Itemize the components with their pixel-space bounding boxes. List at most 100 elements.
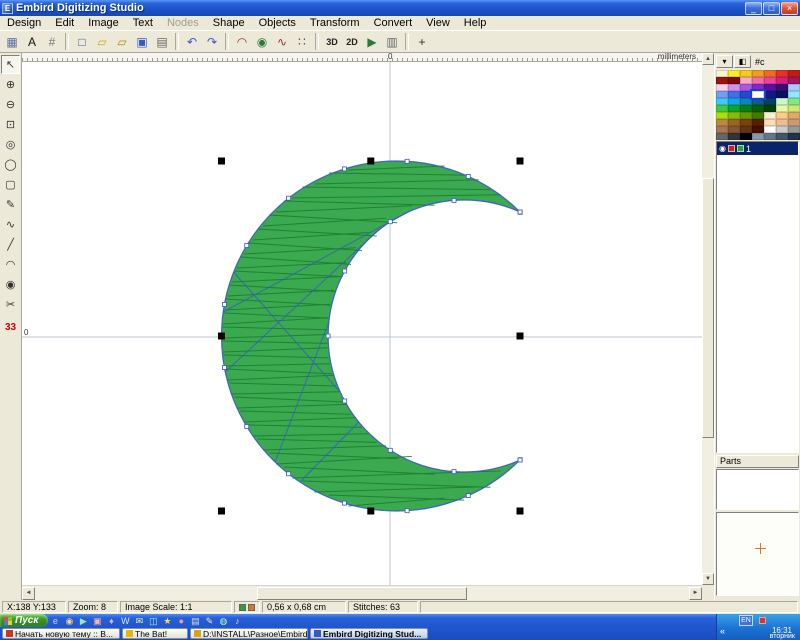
palette-color-13[interactable] (788, 77, 800, 84)
toolbar-stitch-points-button[interactable]: ∷ (292, 32, 312, 51)
quick-launch-icon-12[interactable]: ◍ (216, 615, 230, 627)
start-button[interactable]: Пуск (0, 614, 48, 627)
toolbar-text-tool-button[interactable]: A (22, 32, 42, 51)
tool-zoom-out[interactable]: ⊖ (1, 95, 20, 114)
quick-launch-icon-3[interactable]: ▣ (90, 615, 104, 627)
toolbar-design-browser-button[interactable]: ▦ (2, 32, 22, 51)
tray-chevron-icon[interactable]: « (720, 626, 725, 636)
tool-bezier-tool[interactable]: ∿ (1, 215, 20, 234)
tray-app-icon[interactable] (759, 617, 766, 624)
palette-color-63[interactable] (716, 133, 728, 140)
toolbar-monogram-tool-button[interactable]: # (42, 32, 62, 51)
palette-color-39[interactable] (764, 105, 776, 112)
palette-menu-button[interactable]: ▾ (716, 55, 733, 68)
task-button-0[interactable]: Начать новую тему :: В... (2, 628, 120, 639)
palette-color-42[interactable] (716, 112, 728, 119)
tool-outline-tool[interactable]: ◉ (1, 275, 20, 294)
palette-color-59[interactable] (752, 126, 764, 133)
edit-node[interactable] (342, 501, 346, 505)
edit-node[interactable] (245, 244, 249, 248)
palette-color-51[interactable] (740, 119, 752, 126)
menu-edit[interactable]: Edit (48, 17, 81, 29)
maximize-button[interactable]: □ (763, 2, 780, 15)
palette-color-48[interactable] (788, 112, 800, 119)
toolbar-design-properties-button[interactable]: ▥ (382, 32, 402, 51)
palette-color-47[interactable] (776, 112, 788, 119)
quick-launch-icon-0[interactable]: e (48, 615, 62, 627)
toolbar-undo-button[interactable]: ↶ (182, 32, 202, 51)
quick-launch-icon-13[interactable]: ♪ (230, 615, 244, 627)
menu-transform[interactable]: Transform (303, 17, 367, 29)
palette-color-68[interactable] (776, 133, 788, 140)
palette-color-28[interactable] (716, 98, 728, 105)
task-button-1[interactable]: The Bat! (122, 628, 188, 639)
palette-color-36[interactable] (728, 105, 740, 112)
scroll-left-arrow[interactable]: ◄ (22, 587, 35, 600)
selection-handle[interactable] (218, 158, 225, 165)
scroll-right-arrow[interactable]: ► (689, 587, 702, 600)
palette-color-1[interactable] (728, 70, 740, 77)
palette-color-23[interactable] (740, 91, 752, 98)
selection-handle[interactable] (367, 158, 374, 165)
edit-node[interactable] (245, 425, 249, 429)
palette-color-57[interactable] (728, 126, 740, 133)
edit-node[interactable] (343, 399, 347, 403)
edit-node[interactable] (466, 174, 470, 178)
palette-color-19[interactable] (776, 84, 788, 91)
parts-list[interactable] (716, 469, 799, 510)
edit-node[interactable] (452, 470, 456, 474)
palette-color-54[interactable] (776, 119, 788, 126)
tool-zoom-in[interactable]: ⊕ (1, 75, 20, 94)
palette-color-7[interactable] (716, 77, 728, 84)
palette-color-50[interactable] (728, 119, 740, 126)
palette-color-37[interactable] (740, 105, 752, 112)
palette-color-6[interactable] (788, 70, 800, 77)
tool-select[interactable]: ↖ (1, 55, 20, 74)
edit-node[interactable] (287, 472, 291, 476)
horizontal-scrollbar[interactable]: ◄ ► (22, 585, 702, 600)
quick-launch-icon-10[interactable]: ▤ (188, 615, 202, 627)
menu-nodes[interactable]: Nodes (160, 17, 206, 29)
edit-node[interactable] (388, 220, 392, 224)
palette-color-35[interactable] (716, 105, 728, 112)
palette-color-25[interactable] (764, 91, 776, 98)
palette-color-17[interactable] (752, 84, 764, 91)
palette-color-20[interactable] (788, 84, 800, 91)
edit-node[interactable] (518, 210, 522, 214)
menu-design[interactable]: Design (0, 17, 48, 29)
palette-color-32[interactable] (764, 98, 776, 105)
palette-color-11[interactable] (764, 77, 776, 84)
toolbar-save-design-button[interactable]: ▣ (132, 32, 152, 51)
palette-color-64[interactable] (728, 133, 740, 140)
palette-color-65[interactable] (740, 133, 752, 140)
palette-color-62[interactable] (788, 126, 800, 133)
palette-color-43[interactable] (728, 112, 740, 119)
object-list-row[interactable]: ◉1 (717, 142, 798, 155)
minimize-button[interactable]: _ (745, 2, 762, 15)
object-list[interactable]: ◉1 (716, 141, 799, 453)
horizontal-scroll-thumb[interactable] (257, 587, 467, 600)
toolbar-center-origin-button[interactable]: + (412, 32, 432, 51)
edit-node[interactable] (222, 366, 226, 370)
toolbar-stitch-simulator-button[interactable]: ▶ (362, 32, 382, 51)
quick-launch-icon-4[interactable]: ♦ (104, 615, 118, 627)
palette-color-38[interactable] (752, 105, 764, 112)
edit-node[interactable] (326, 334, 330, 338)
menu-help[interactable]: Help (457, 17, 494, 29)
selection-handle[interactable] (517, 158, 524, 165)
selection-handle[interactable] (367, 508, 374, 515)
palette-color-69[interactable] (788, 133, 800, 140)
palette-color-22[interactable] (728, 91, 740, 98)
palette-color-66[interactable] (752, 133, 764, 140)
palette-color-27[interactable] (788, 91, 800, 98)
palette-color-52[interactable] (752, 119, 764, 126)
palette-color-30[interactable] (740, 98, 752, 105)
task-button-3[interactable]: Embird Digitizing Stud... (310, 628, 428, 639)
palette-color-3[interactable] (752, 70, 764, 77)
palette-color-56[interactable] (716, 126, 728, 133)
selection-handle[interactable] (218, 508, 225, 515)
palette-color-10[interactable] (752, 77, 764, 84)
palette-color-15[interactable] (728, 84, 740, 91)
palette-color-61[interactable] (776, 126, 788, 133)
quick-launch-icon-5[interactable]: W (118, 615, 132, 627)
